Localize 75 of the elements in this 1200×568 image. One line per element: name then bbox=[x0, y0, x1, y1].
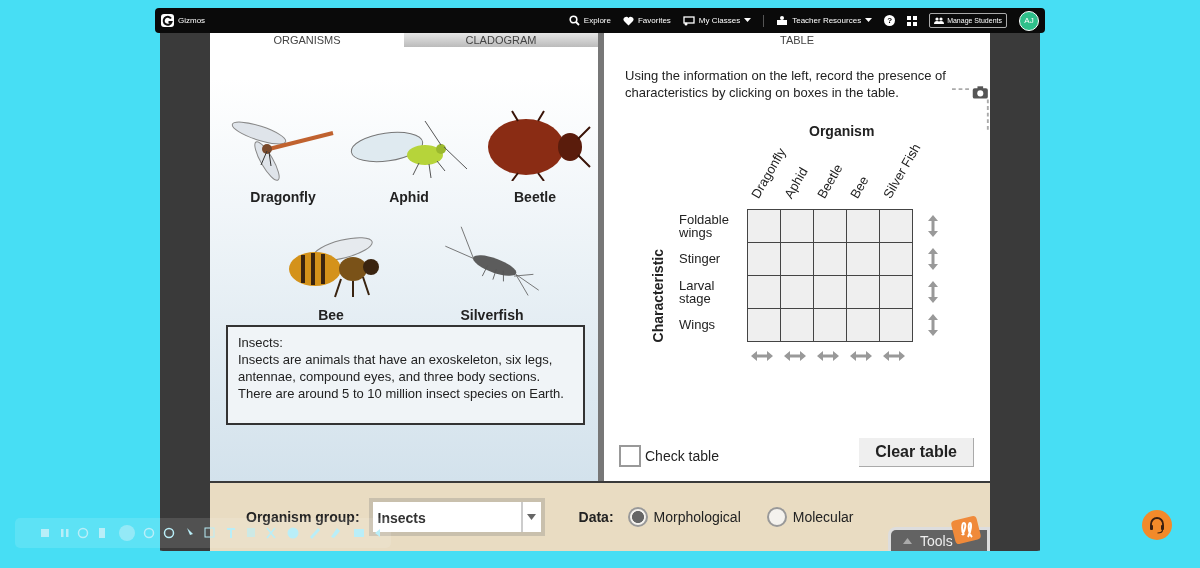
column-header: Bee bbox=[847, 173, 872, 201]
left-right-arrow-icon[interactable] bbox=[850, 351, 872, 361]
organism-name: Silverfish bbox=[460, 307, 524, 323]
info-title: Insects: bbox=[238, 334, 284, 351]
left-right-arrow-icon[interactable] bbox=[751, 351, 773, 361]
table-cell[interactable] bbox=[846, 209, 880, 243]
clear-table-button[interactable]: Clear table bbox=[859, 437, 974, 467]
table-cell[interactable] bbox=[813, 209, 847, 243]
table-cell[interactable] bbox=[879, 242, 913, 276]
panel-tab[interactable]: ORGANISMS bbox=[210, 33, 404, 47]
table-cell[interactable] bbox=[813, 242, 847, 276]
organism-name: Beetle bbox=[514, 189, 556, 205]
radio-label: Morphological bbox=[653, 509, 741, 525]
table-cell[interactable] bbox=[747, 242, 781, 276]
logo-icon bbox=[161, 14, 174, 27]
table-cell[interactable] bbox=[747, 275, 781, 309]
axis-label: Characteristic bbox=[650, 249, 666, 343]
table-cell[interactable] bbox=[879, 308, 913, 342]
table-cell[interactable] bbox=[780, 275, 814, 309]
up-down-arrow-icon[interactable] bbox=[928, 313, 938, 336]
left-right-arrow-icon[interactable] bbox=[784, 351, 806, 361]
search-icon bbox=[568, 15, 580, 26]
checkbox-label: Check table bbox=[645, 448, 719, 464]
row-label: Wings bbox=[679, 318, 717, 331]
table-cell[interactable] bbox=[747, 308, 781, 342]
table-cell[interactable] bbox=[846, 275, 880, 309]
data-label: Data: bbox=[578, 509, 614, 525]
organism-group-dropdown[interactable]: Insects bbox=[368, 498, 545, 536]
radio-label: Molecular bbox=[792, 509, 854, 525]
nav-link[interactable]: My Classes bbox=[682, 15, 752, 26]
nav-link[interactable]: Teacher Resources bbox=[776, 15, 873, 26]
apps-icon[interactable] bbox=[907, 15, 918, 26]
table-cell[interactable] bbox=[813, 275, 847, 309]
table-cell[interactable] bbox=[813, 308, 847, 342]
check-table-checkbox[interactable] bbox=[619, 445, 641, 467]
instructions-text: Using the information on the left, record the presence of characteristics by clicking on boxes in the table. bbox=[625, 67, 947, 102]
table-cell[interactable] bbox=[879, 209, 913, 243]
logo-link[interactable]: Gizmos bbox=[161, 14, 206, 27]
table-title: Organism bbox=[809, 123, 876, 139]
info-text: Insects are animals that have an exoskeleton, six legs, antennae, compound eyes, and three body sections. There are around 5 to 10 million insect species on Earth. bbox=[238, 351, 565, 402]
help-icon[interactable]: ? bbox=[884, 15, 896, 26]
left-right-arrow-icon[interactable] bbox=[817, 351, 839, 361]
table-cell[interactable] bbox=[780, 308, 814, 342]
camera-icon[interactable] bbox=[952, 85, 990, 131]
organism-name: Aphid bbox=[389, 189, 429, 205]
up-down-arrow-icon[interactable] bbox=[928, 247, 938, 270]
panel-tab[interactable]: TABLE bbox=[604, 33, 990, 47]
organism-name: Dragonfly bbox=[250, 189, 316, 205]
table-cell[interactable] bbox=[879, 275, 913, 309]
radio-button[interactable] bbox=[627, 507, 648, 527]
left-right-arrow-icon[interactable] bbox=[883, 351, 905, 361]
row-label: Foldable wings bbox=[679, 212, 730, 239]
heart-icon bbox=[622, 15, 634, 26]
screen-icon bbox=[682, 15, 695, 26]
table-cell[interactable] bbox=[780, 242, 814, 276]
headset-icon bbox=[1148, 516, 1166, 534]
support-button[interactable] bbox=[1142, 510, 1172, 540]
row-label: Larval stage bbox=[679, 278, 716, 305]
nav-link[interactable]: Explore bbox=[568, 15, 611, 26]
caret-icon bbox=[903, 537, 912, 544]
up-down-arrow-icon[interactable] bbox=[928, 280, 938, 303]
up-down-arrow-icon[interactable] bbox=[928, 214, 938, 237]
organism-name: Bee bbox=[318, 307, 344, 323]
table-cell[interactable] bbox=[846, 308, 880, 342]
table-cell[interactable] bbox=[846, 242, 880, 276]
panel-tab[interactable]: CLADOGRAM bbox=[404, 33, 598, 47]
radio-button[interactable] bbox=[766, 507, 787, 527]
row-label: Stinger bbox=[679, 252, 722, 265]
person-icon bbox=[776, 15, 789, 26]
organism-group-label: Organism group: bbox=[246, 509, 360, 525]
caret-icon bbox=[527, 514, 537, 520]
people-icon bbox=[934, 17, 945, 24]
table-cell[interactable] bbox=[780, 209, 814, 243]
nav-link[interactable]: Favorites bbox=[622, 15, 671, 26]
table-cell[interactable] bbox=[747, 209, 781, 243]
